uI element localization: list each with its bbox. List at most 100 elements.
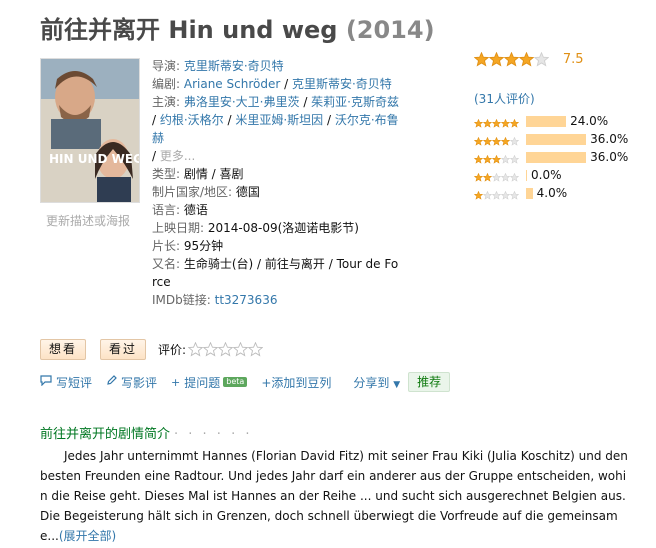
write-short-review-link[interactable]: 写短评 xyxy=(40,374,92,391)
rate-label: 评价: xyxy=(158,343,187,357)
more-cast-link[interactable]: 更多... xyxy=(160,149,195,163)
mini-stars xyxy=(473,117,524,128)
star-icon xyxy=(491,189,502,200)
rating-stars xyxy=(473,51,550,67)
empty-star-icon[interactable] xyxy=(202,341,219,357)
movie-poster[interactable]: HIN UND WEG xyxy=(40,58,140,203)
star-icon xyxy=(491,153,502,164)
rating-percent: 24.0% xyxy=(570,114,609,128)
star-icon xyxy=(509,117,520,128)
write-review-link[interactable]: 写影评 xyxy=(106,374,157,391)
action-bar: 想看 看过 评价: xyxy=(40,339,264,360)
heading-dots: · · · · · · xyxy=(174,427,253,442)
rating-bar-row: 36.0% xyxy=(473,130,629,148)
rating-bar-row: 0.0% xyxy=(473,166,628,184)
cast-link-3[interactable]: 约根·沃格尔 xyxy=(160,113,224,127)
cast-link-4[interactable]: 米里亚姆·斯坦因 xyxy=(235,113,323,127)
ask-question-link[interactable]: + 提问题 beta xyxy=(171,374,248,391)
star-icon xyxy=(500,135,511,146)
rating-percent: 0.0% xyxy=(531,168,562,182)
movie-year: (2014) xyxy=(345,16,435,44)
mini-stars xyxy=(473,135,524,146)
rating-bar-row: 36.0% xyxy=(473,148,629,166)
director-row: 导演: 克里斯蒂安·奇贝特 xyxy=(152,59,284,73)
star-icon xyxy=(500,117,511,128)
country-value: 德国 xyxy=(235,185,260,199)
plus-icon: + xyxy=(171,375,181,389)
empty-star-icon[interactable] xyxy=(232,341,249,357)
star-icon xyxy=(473,189,484,200)
cast-link-2[interactable]: 茱莉亚·克斯奇兹 xyxy=(311,95,399,109)
toolbar: 写短评 写影评 + 提问题 beta +添加到豆列 分享到 ▼ 推荐 xyxy=(40,372,451,392)
cast-block: 主演: 弗洛里安·大卫·弗里茨 / 茱莉亚·克斯奇兹 / 约根·沃格尔 / 米里… xyxy=(152,95,399,163)
star-icon xyxy=(509,153,520,164)
star-icon xyxy=(491,171,502,182)
star-icon xyxy=(518,51,535,67)
poster-image: HIN UND WEG xyxy=(41,59,140,202)
imdb-link[interactable]: tt3273636 xyxy=(215,293,278,307)
page-title: 前往并离开 Hin und weg (2014) xyxy=(40,10,435,45)
writer-row: 编剧: Ariane Schröder / 克里斯蒂安·奇贝特 xyxy=(152,77,392,91)
speech-bubble-icon xyxy=(40,375,52,389)
runtime-row: 片长: 95分钟 xyxy=(152,239,224,253)
star-icon xyxy=(533,51,550,67)
star-icon xyxy=(473,171,484,182)
recommend-button[interactable]: 推荐 xyxy=(408,372,451,392)
aka-row: 又名: 生命骑士(台) / 前往与离开 / Tour de Force xyxy=(152,257,399,289)
aka-value: 生命骑士(台) / 前往与离开 / Tour de Force xyxy=(152,257,399,289)
star-icon xyxy=(482,189,493,200)
rate-stars-input[interactable] xyxy=(187,341,264,357)
language-value: 德语 xyxy=(183,203,208,217)
poster-title-text: HIN UND WEG xyxy=(49,152,140,166)
update-poster-link[interactable]: 更新描述或海报 xyxy=(46,212,130,229)
chevron-down-icon: ▼ xyxy=(393,379,401,390)
empty-star-icon[interactable] xyxy=(217,341,234,357)
rating-score: 7.5 xyxy=(562,52,584,67)
rating-bar xyxy=(526,133,587,145)
rating-people-link[interactable]: (31人评价) xyxy=(474,90,535,107)
star-icon xyxy=(503,51,520,67)
add-to-doulist-link[interactable]: +添加到豆列 xyxy=(261,374,331,391)
star-icon xyxy=(473,51,490,67)
rating-bar-row: 4.0% xyxy=(473,184,628,202)
release-row: 上映日期: 2014-08-09(洛迦诺电影节) xyxy=(152,221,359,235)
director-link[interactable]: 克里斯蒂安·奇贝特 xyxy=(184,59,284,73)
movie-name: 前往并离开 Hin und weg xyxy=(40,16,338,44)
mini-stars xyxy=(473,171,524,182)
expand-summary-link[interactable]: (展开全部) xyxy=(59,529,116,543)
cast-link-1[interactable]: 弗洛里安·大卫·弗里茨 xyxy=(184,95,300,109)
rating-bar xyxy=(526,151,587,163)
want-to-watch-button[interactable]: 想看 xyxy=(40,339,87,360)
empty-star-icon[interactable] xyxy=(247,341,264,357)
rating-bar xyxy=(526,169,527,181)
rating-bar-row: 24.0% xyxy=(473,112,628,130)
star-icon xyxy=(482,153,493,164)
release-value: 2014-08-09(洛迦诺电影节) xyxy=(207,221,359,235)
mini-stars xyxy=(473,189,524,200)
writer-link-1[interactable]: Ariane Schröder xyxy=(184,77,280,91)
rating-percent: 36.0% xyxy=(590,150,629,164)
star-icon xyxy=(500,153,511,164)
rating-distribution: 24.0% 36.0% 36.0% 0.0% 4.0% xyxy=(473,112,629,202)
star-icon xyxy=(482,135,493,146)
pencil-icon xyxy=(106,375,117,389)
genre-row: 类型: 剧情 / 喜剧 xyxy=(152,167,244,181)
rating-bar xyxy=(526,115,567,127)
movie-info: 导演: 克里斯蒂安·奇贝特 编剧: Ariane Schröder / 克里斯蒂… xyxy=(152,57,402,309)
star-icon xyxy=(473,117,484,128)
writer-link-2[interactable]: 克里斯蒂安·奇贝特 xyxy=(292,77,392,91)
star-icon xyxy=(482,171,493,182)
summary-text: Jedes Jahr unternimmt Hannes (Florian Da… xyxy=(40,449,628,543)
star-icon xyxy=(500,189,511,200)
star-icon xyxy=(491,135,502,146)
watched-button[interactable]: 看过 xyxy=(100,339,147,360)
share-dropdown[interactable]: 分享到 ▼ xyxy=(353,374,400,391)
star-icon xyxy=(473,135,484,146)
imdb-row: IMDb链接: tt3273636 xyxy=(152,293,278,307)
language-row: 语言: 德语 xyxy=(152,203,208,217)
star-icon xyxy=(509,171,520,182)
star-icon xyxy=(482,117,493,128)
star-icon xyxy=(473,153,484,164)
empty-star-icon[interactable] xyxy=(187,341,204,357)
rating-percent: 36.0% xyxy=(590,132,629,146)
